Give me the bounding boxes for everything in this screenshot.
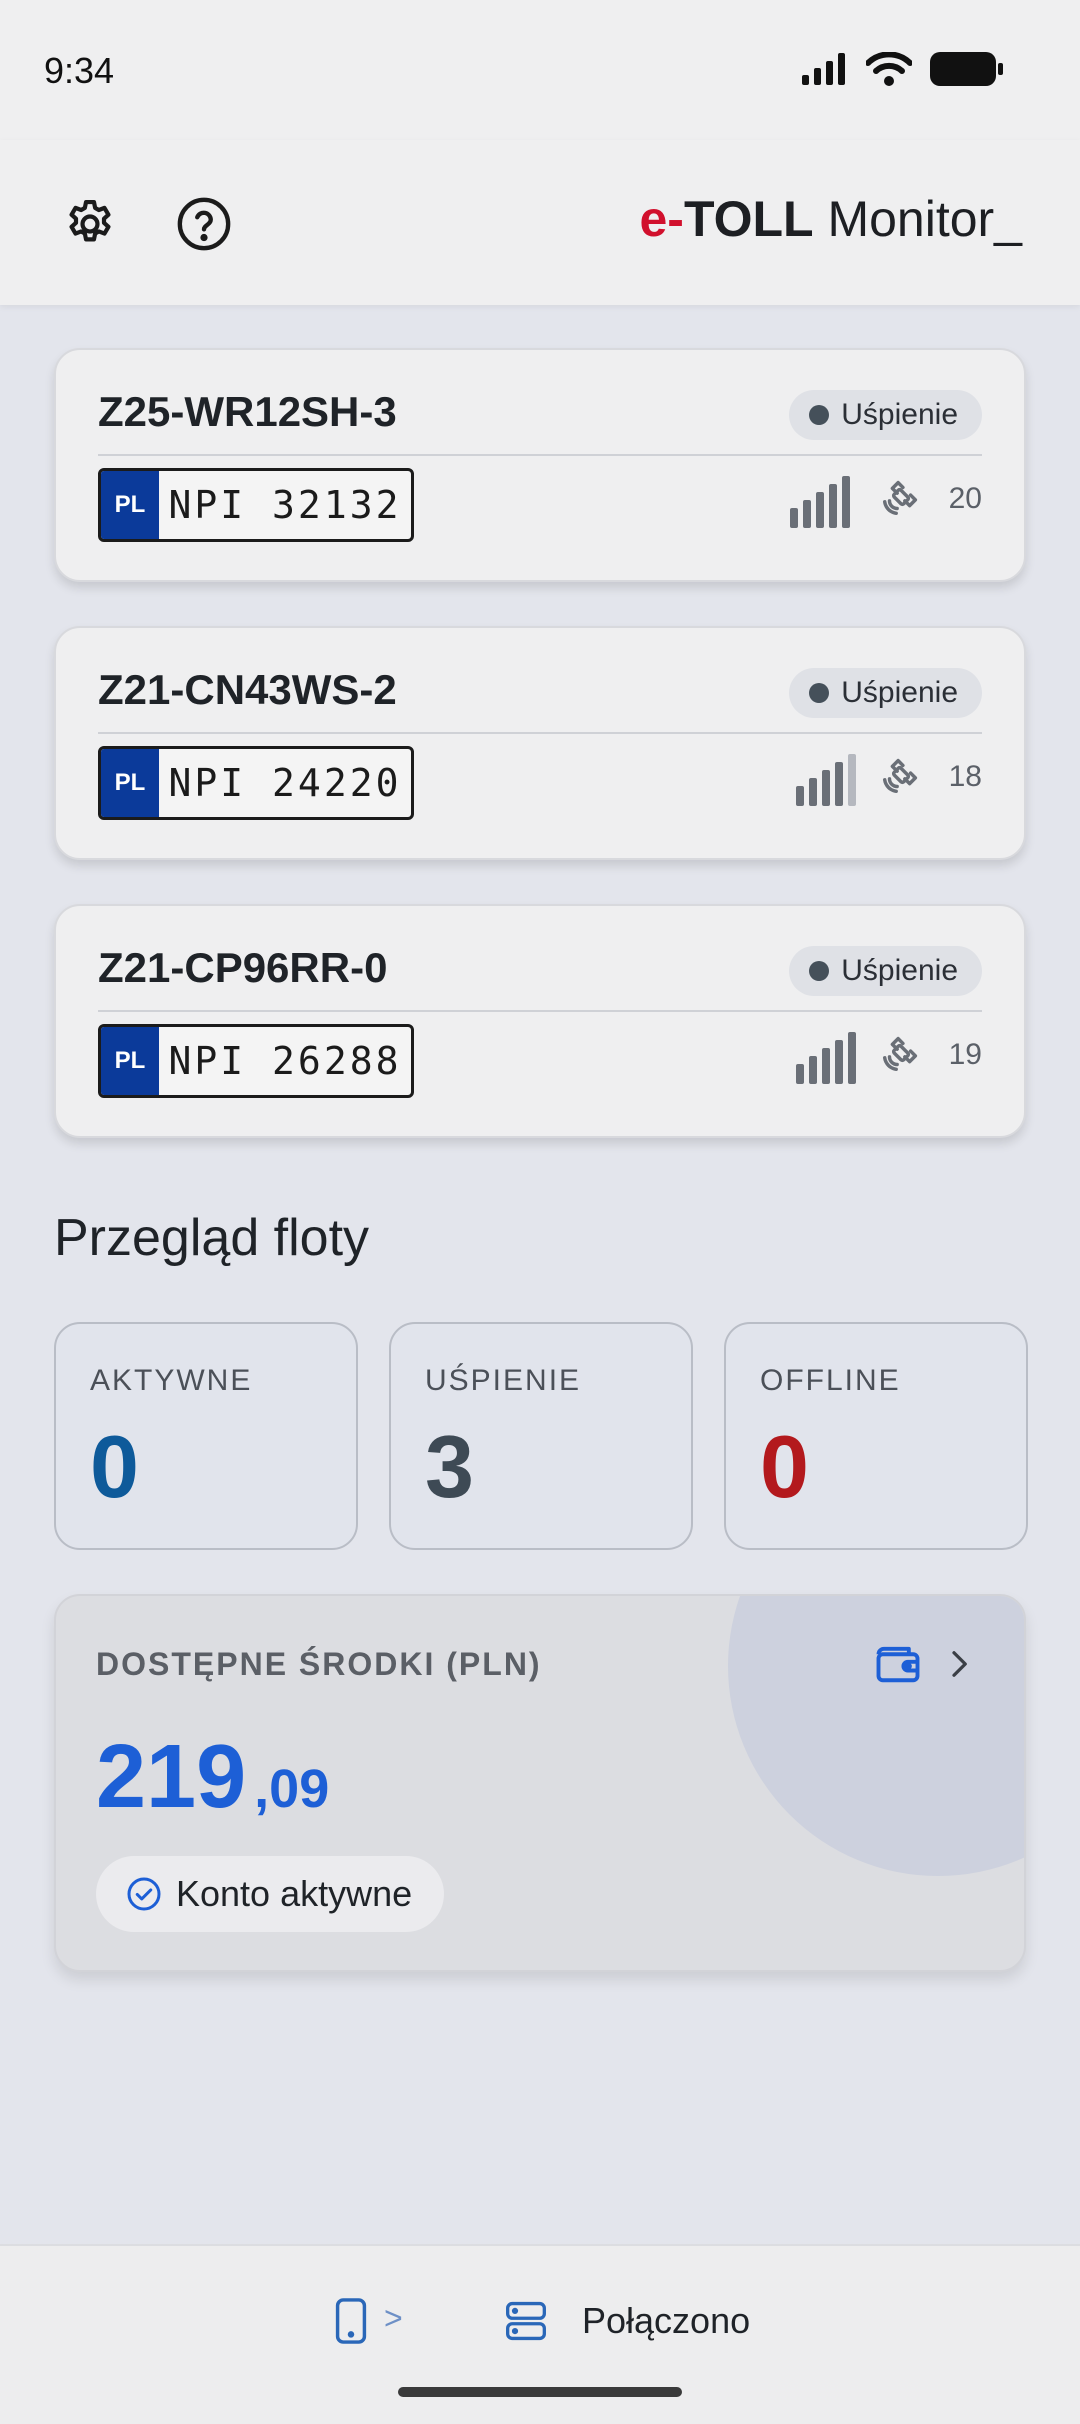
stat-value: 0 bbox=[90, 1417, 139, 1516]
stat-label: UŚPIENIE bbox=[425, 1364, 582, 1397]
device-card[interactable]: Z21-CP96RR-0 Uśpienie PL NPI 26288 19 bbox=[54, 904, 1026, 1138]
help-icon bbox=[177, 197, 231, 251]
check-circle-icon bbox=[127, 1877, 161, 1911]
device-id: Z21-CN43WS-2 bbox=[98, 666, 397, 713]
server-icon bbox=[506, 2301, 546, 2341]
funds-amount: 219,09 bbox=[96, 1726, 329, 1829]
satellite-icon bbox=[882, 758, 918, 794]
brand-monitor: Monitor_ bbox=[813, 191, 1022, 247]
status-text: Uśpienie bbox=[841, 954, 958, 987]
stat-card-active[interactable]: AKTYWNE 0 bbox=[54, 1322, 358, 1550]
wifi-icon bbox=[866, 52, 912, 86]
device-id: Z25-WR12SH-3 bbox=[98, 388, 397, 435]
device-chevron: > bbox=[384, 2300, 403, 2336]
battery-icon bbox=[930, 52, 1003, 86]
stat-card-sleep[interactable]: UŚPIENIE 3 bbox=[389, 1322, 693, 1550]
satellite-count: 19 bbox=[948, 1038, 982, 1071]
satellite-icon bbox=[882, 1036, 918, 1072]
phone-icon[interactable] bbox=[334, 2298, 368, 2344]
amount-integer: 219 bbox=[96, 1727, 247, 1827]
app-header: e-TOLL Monitor_ bbox=[0, 140, 1080, 305]
status-dot bbox=[809, 405, 830, 425]
stat-value: 0 bbox=[760, 1417, 809, 1516]
funds-card[interactable]: DOSTĘPNE ŚRODKI (PLN) 219,09 Konto aktyw… bbox=[54, 1594, 1026, 1972]
status-bar: 9:34 bbox=[0, 0, 1080, 140]
status-badge: Uśpienie bbox=[789, 946, 982, 996]
plate-number: NPI 24220 bbox=[168, 761, 402, 805]
amount-decimal: ,09 bbox=[254, 1759, 330, 1819]
license-plate: PL NPI 32132 bbox=[98, 468, 414, 542]
brand-toll: TOLL bbox=[683, 191, 814, 247]
signal-strength-icon bbox=[796, 1032, 856, 1084]
status-badge: Uśpienie bbox=[789, 390, 982, 440]
status-dot bbox=[809, 961, 830, 981]
connection-status: Połączono bbox=[582, 2300, 751, 2341]
help-button[interactable] bbox=[172, 192, 236, 256]
gear-icon bbox=[69, 199, 111, 242]
plate-number: NPI 26288 bbox=[168, 1039, 402, 1083]
satellite-count: 18 bbox=[948, 760, 982, 793]
license-plate: PL NPI 24220 bbox=[98, 746, 414, 820]
status-time: 9:34 bbox=[44, 50, 115, 91]
plate-number: NPI 32132 bbox=[168, 483, 402, 527]
stat-value: 3 bbox=[425, 1417, 474, 1516]
home-indicator[interactable] bbox=[398, 2387, 682, 2397]
app-brand: e-TOLL Monitor_ bbox=[639, 190, 1022, 248]
chevron-right-icon bbox=[952, 1651, 967, 1677]
signal-strength-icon bbox=[790, 476, 850, 528]
bottom-bar: > Połączono bbox=[0, 2244, 1080, 2424]
account-status-badge: Konto aktywne bbox=[96, 1856, 445, 1932]
satellite-count: 20 bbox=[948, 482, 982, 515]
wallet-icon bbox=[876, 1646, 920, 1683]
signal-strength-icon bbox=[796, 754, 856, 806]
plate-country: PL bbox=[101, 1027, 159, 1095]
fleet-title: Przegląd floty bbox=[54, 1209, 370, 1267]
stat-label: AKTYWNE bbox=[90, 1364, 253, 1397]
plate-country: PL bbox=[101, 749, 159, 817]
account-status-text: Konto aktywne bbox=[176, 1873, 413, 1914]
stat-card-offline[interactable]: OFFLINE 0 bbox=[724, 1322, 1028, 1550]
device-card[interactable]: Z25-WR12SH-3 Uśpienie PL NPI 32132 20 bbox=[54, 348, 1026, 582]
status-badge: Uśpienie bbox=[789, 668, 982, 718]
status-dot bbox=[809, 683, 830, 703]
funds-label: DOSTĘPNE ŚRODKI (PLN) bbox=[96, 1646, 542, 1682]
plate-country: PL bbox=[101, 471, 159, 539]
device-card[interactable]: Z21-CN43WS-2 Uśpienie PL NPI 24220 18 bbox=[54, 626, 1026, 860]
satellite-icon bbox=[882, 480, 918, 516]
status-text: Uśpienie bbox=[841, 398, 958, 431]
decorative-circle bbox=[728, 1596, 1024, 1876]
license-plate: PL NPI 26288 bbox=[98, 1024, 414, 1098]
device-id: Z21-CP96RR-0 bbox=[98, 944, 388, 991]
status-icons bbox=[802, 52, 1004, 86]
status-text: Uśpienie bbox=[841, 676, 958, 709]
card-divider bbox=[98, 732, 982, 734]
cellular-signal-icon bbox=[802, 53, 845, 85]
card-divider bbox=[98, 454, 982, 456]
settings-button[interactable] bbox=[58, 192, 122, 256]
stat-label: OFFLINE bbox=[760, 1364, 901, 1397]
brand-e: e- bbox=[639, 191, 684, 247]
card-divider bbox=[98, 1010, 982, 1012]
